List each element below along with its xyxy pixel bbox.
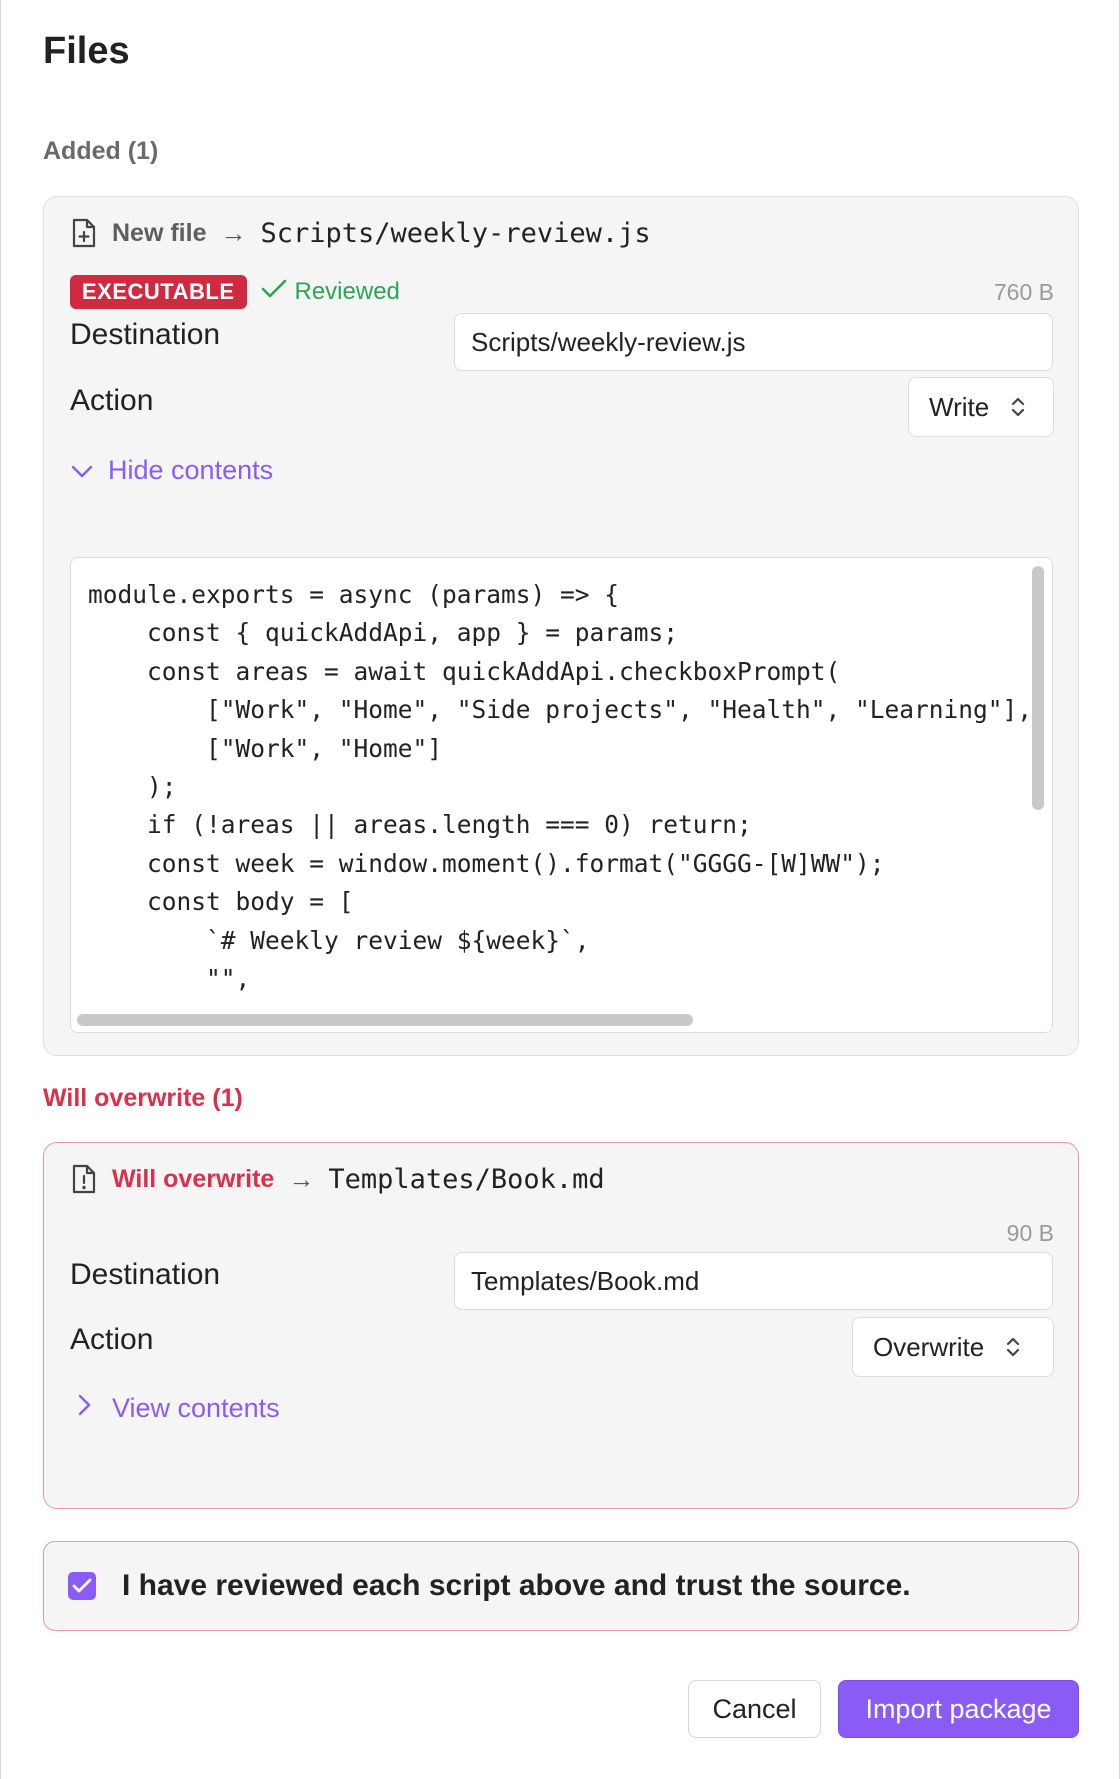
destination-label: Destination <box>70 318 221 351</box>
overwrite-section-heading: Will overwrite (1) <box>43 1084 243 1112</box>
added-section-heading: Added (1) <box>43 137 159 165</box>
file-header: Will overwrite → Templates/Book.md <box>70 1163 605 1195</box>
added-file-card: New file → Scripts/weekly-review.js EXEC… <box>43 196 1079 1056</box>
check-icon <box>261 278 295 307</box>
badge-row: EXECUTABLE Reviewed <box>70 275 400 309</box>
import-package-button[interactable]: Import package <box>838 1680 1079 1738</box>
chevron-up-down-icon <box>1011 396 1025 418</box>
file-path: Scripts/weekly-review.js <box>260 217 651 249</box>
chevron-down-icon <box>70 455 94 486</box>
file-warning-icon <box>70 1163 98 1195</box>
chevron-right-icon <box>76 1393 92 1424</box>
file-kind-label: Will overwrite <box>112 1164 275 1193</box>
executable-badge: EXECUTABLE <box>70 275 247 309</box>
action-select-value: Write <box>929 391 990 422</box>
check-icon <box>72 1578 92 1593</box>
action-select[interactable]: Overwrite <box>852 1317 1054 1377</box>
reviewed-label: Reviewed <box>294 278 400 305</box>
action-select-value: Overwrite <box>873 1331 985 1362</box>
dialog-title: Files <box>43 30 130 72</box>
overwrite-file-card: Will overwrite → Templates/Book.md 90 B … <box>43 1142 1079 1509</box>
chevron-up-down-icon <box>1006 1336 1020 1358</box>
file-kind-label: New file <box>112 218 207 247</box>
file-size: 90 B <box>1006 1220 1054 1246</box>
trust-confirmation[interactable]: I have reviewed each script above and tr… <box>43 1541 1079 1631</box>
action-select[interactable]: Write <box>908 377 1054 437</box>
file-size: 760 B <box>993 279 1054 305</box>
import-package-dialog: Files Added (1) New file → Scripts/weekl… <box>0 0 1120 1779</box>
hide-contents-label: Hide contents <box>108 455 274 485</box>
trust-label: I have reviewed each script above and tr… <box>122 1569 911 1602</box>
horizontal-scrollbar[interactable] <box>77 1014 693 1026</box>
code-content: module.exports = async (params) => { con… <box>88 580 1033 1031</box>
file-plus-icon <box>70 217 98 249</box>
vertical-scrollbar[interactable] <box>1032 566 1044 810</box>
destination-input[interactable] <box>454 313 1053 371</box>
reviewed-status: Reviewed <box>261 278 400 307</box>
destination-label: Destination <box>70 1258 221 1291</box>
file-path: Templates/Book.md <box>328 1163 605 1195</box>
action-label: Action <box>70 1323 154 1356</box>
trust-checkbox[interactable] <box>68 1572 96 1600</box>
arrow-right-icon: → <box>288 1163 315 1194</box>
destination-input[interactable] <box>454 1252 1053 1310</box>
action-label: Action <box>70 384 154 417</box>
hide-contents-toggle[interactable]: Hide contents <box>70 455 273 486</box>
arrow-right-icon: → <box>220 217 247 248</box>
code-preview[interactable]: module.exports = async (params) => { con… <box>70 557 1053 1033</box>
view-contents-toggle[interactable]: View contents <box>70 1393 280 1424</box>
view-contents-label: View contents <box>112 1393 280 1423</box>
file-header: New file → Scripts/weekly-review.js <box>70 217 651 249</box>
cancel-button[interactable]: Cancel <box>688 1680 821 1738</box>
